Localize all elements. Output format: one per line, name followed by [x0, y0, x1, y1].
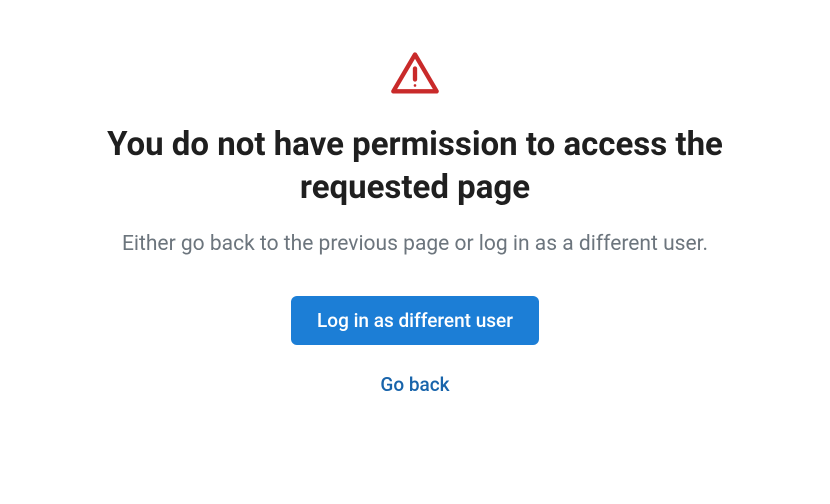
login-different-user-button[interactable]: Log in as different user	[291, 296, 539, 345]
warning-icon	[389, 48, 441, 100]
permission-denied-description: Either go back to the previous page or l…	[122, 232, 708, 256]
go-back-button[interactable]: Go back	[380, 373, 449, 396]
permission-denied-heading: You do not have permission to access the…	[55, 124, 775, 210]
